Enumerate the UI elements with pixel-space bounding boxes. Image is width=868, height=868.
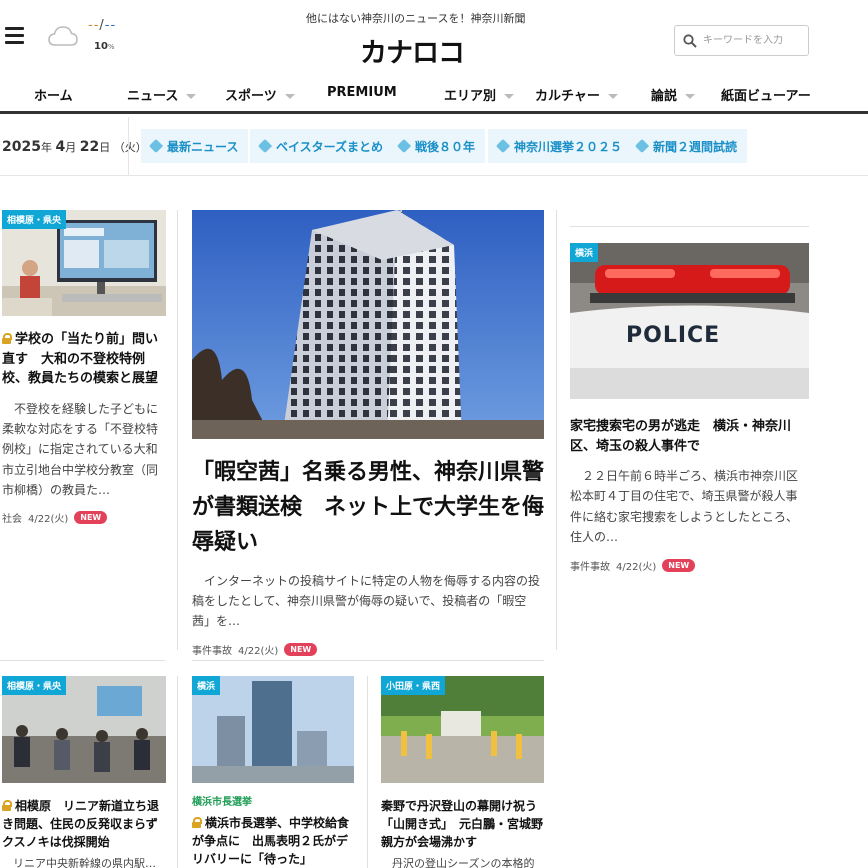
- divider: [128, 117, 129, 176]
- article-section: 社会: [2, 514, 22, 526]
- category-label: 小田原・県西: [381, 676, 446, 695]
- article-thumbnail[interactable]: 横浜: [192, 676, 354, 783]
- cloud-icon: [48, 26, 78, 46]
- tag-icon: [495, 138, 511, 154]
- article-headline[interactable]: 相模原 リニア新道立ち退き問題、住民の反発収まらず クスノキは伐採開始: [2, 797, 170, 851]
- article-headline[interactable]: 横浜市長選挙、中学校給食が争点に 出馬表明２氏がデリバリーに「待った」: [192, 814, 354, 868]
- menu-icon[interactable]: [5, 27, 24, 45]
- tag-postwar-80[interactable]: 戦後８０年: [389, 129, 486, 163]
- current-date: 2025年 4月 22日 （火）: [2, 139, 147, 155]
- divider: [570, 226, 809, 227]
- chevron-down-icon: [685, 94, 696, 99]
- article-date: 4/22(火): [616, 561, 657, 573]
- article-meta: 事件事故 4/22(火) NEW: [570, 558, 809, 573]
- article-card[interactable]: POLICE 横浜 家宅捜索宅の男が逃走 横浜・神奈川区、埼玉の殺人事件で ２２…: [570, 243, 809, 573]
- tag-latest-news[interactable]: 最新ニュース: [141, 129, 249, 163]
- chevron-down-icon: [284, 94, 295, 99]
- article-card[interactable]: 横浜 横浜市長選挙 横浜市長選挙、中学校給食が争点に 出馬表明２氏がデリバリーに…: [192, 676, 354, 868]
- article-section: 事件事故: [570, 561, 610, 573]
- divider: [556, 210, 557, 650]
- site-tagline: 他にはない神奈川のニュースを！神奈川新聞: [306, 12, 526, 25]
- lock-icon: [2, 800, 12, 811]
- tag-trial-subscription[interactable]: 新聞２週間試読: [627, 129, 748, 163]
- article-thumbnail[interactable]: POLICE 横浜: [570, 243, 809, 399]
- new-badge: NEW: [284, 642, 318, 656]
- lock-icon: [2, 333, 12, 344]
- featured-article-card[interactable]: 「暇空茜」名乗る男性、神奈川県警が書類送検 ネット上で大学生を侮辱疑い インター…: [192, 210, 544, 657]
- chevron-down-icon: [186, 94, 197, 99]
- article-section: 事件事故: [192, 645, 232, 657]
- chevron-down-icon: [504, 94, 515, 99]
- nav-editorial[interactable]: 論説: [651, 85, 696, 104]
- tag-icon: [257, 138, 273, 154]
- nav-area[interactable]: エリア別: [444, 85, 515, 104]
- featured-article-summary: インターネットの投稿サイトに特定の人物を侮辱する内容の投稿をしたとして、神奈川県…: [192, 573, 541, 629]
- article-headline[interactable]: 学校の「当たり前」問い直す 大和の不登校特例校、教員たちの模索と展望: [2, 330, 164, 389]
- building-photo: [192, 210, 544, 439]
- chevron-down-icon: [607, 94, 618, 99]
- tag-election-2025[interactable]: 神奈川選挙２０２５: [488, 129, 633, 163]
- search-icon: [683, 33, 697, 48]
- article-headline[interactable]: 家宅捜索宅の男が逃走 横浜・神奈川区、埼玉の殺人事件で: [570, 417, 809, 456]
- site-logo[interactable]: カナロコ: [360, 31, 465, 70]
- article-summary: ２２日午前６時半ごろ、横浜市神奈川区松本町４丁目の住宅で、埼玉県警が殺人事件に絡…: [570, 469, 799, 545]
- article-thumbnail[interactable]: 相模原・県央: [2, 210, 166, 316]
- divider: [177, 676, 178, 868]
- nav-home[interactable]: ホーム: [34, 85, 73, 104]
- temperature: --/--: [88, 18, 117, 33]
- nav-viewer[interactable]: 紙面ビューアー: [721, 85, 811, 104]
- category-label: 相模原・県央: [2, 676, 67, 695]
- divider: [192, 660, 544, 661]
- nav-premium[interactable]: PREMIUM: [327, 85, 397, 100]
- category-label: 横浜: [192, 676, 221, 695]
- featured-article-headline[interactable]: 「暇空茜」名乗る男性、神奈川県警が書類送検 ネット上で大学生を侮辱疑い: [192, 455, 544, 561]
- article-thumbnail[interactable]: 小田原・県西: [381, 676, 544, 783]
- search-input[interactable]: [703, 35, 803, 46]
- divider: [0, 660, 165, 661]
- article-meta: 社会 4/22(火) NEW: [2, 510, 166, 525]
- nav-culture[interactable]: カルチャー: [535, 85, 618, 104]
- police-car-photo: [570, 243, 809, 399]
- tag-icon: [634, 138, 650, 154]
- police-label: POLICE: [626, 323, 721, 348]
- article-headline[interactable]: 秦野で丹沢登山の幕開け祝う「山開き式」 元白鵬・宮城野親方が会場沸かす: [381, 797, 544, 851]
- category-label: 横浜: [570, 243, 599, 262]
- tag-baystars[interactable]: ベイスターズまとめ: [250, 129, 394, 163]
- tag-icon: [396, 138, 412, 154]
- new-badge: NEW: [74, 511, 108, 525]
- new-badge: NEW: [662, 558, 696, 572]
- article-summary: 丹沢の登山シーズンの本格的な幕: [392, 857, 535, 868]
- article-date: 4/22(火): [238, 645, 279, 657]
- main-nav: ホーム ニュース スポーツ PREMIUM エリア別 カルチャー 論説 紙面ビュ…: [0, 76, 868, 114]
- article-card[interactable]: 小田原・県西 秦野で丹沢登山の幕開け祝う「山開き式」 元白鵬・宮城野親方が会場沸…: [381, 676, 544, 868]
- divider: [367, 676, 368, 868]
- article-card[interactable]: 相模原・県央 相模原 リニア新道立ち退き問題、住民の反発収まらず クスノキは伐採…: [2, 676, 170, 868]
- nav-sports[interactable]: スポーツ: [225, 85, 295, 104]
- article-meta: 事件事故 4/22(火) NEW: [192, 642, 544, 657]
- article-card[interactable]: 相模原・県央 学校の「当たり前」問い直す 大和の不登校特例校、教員たちの模索と展…: [2, 210, 166, 525]
- tag-icon: [148, 138, 164, 154]
- article-thumbnail[interactable]: 相模原・県央: [2, 676, 166, 783]
- rain-chance: 10%: [94, 41, 115, 52]
- search-box[interactable]: [674, 25, 809, 56]
- nav-news[interactable]: ニュース: [127, 85, 197, 104]
- category-label: 相模原・県央: [2, 210, 67, 229]
- divider: [177, 210, 178, 650]
- article-sublabel: 横浜市長選挙: [192, 797, 252, 808]
- article-date: 4/22(火): [28, 514, 69, 526]
- featured-article-image[interactable]: [192, 210, 544, 439]
- article-summary: リニア中央新幹線の県内駅…の新設: [13, 857, 156, 868]
- article-summary: 不登校を経験した子どもに柔軟な対応をする「不登校特例校」に指定されている大和市立…: [2, 401, 159, 498]
- date-tag-bar: 2025年 4月 22日 （火） 最新ニュース ベイスターズまとめ 戦後８０年 …: [0, 117, 868, 176]
- lock-icon: [192, 817, 202, 828]
